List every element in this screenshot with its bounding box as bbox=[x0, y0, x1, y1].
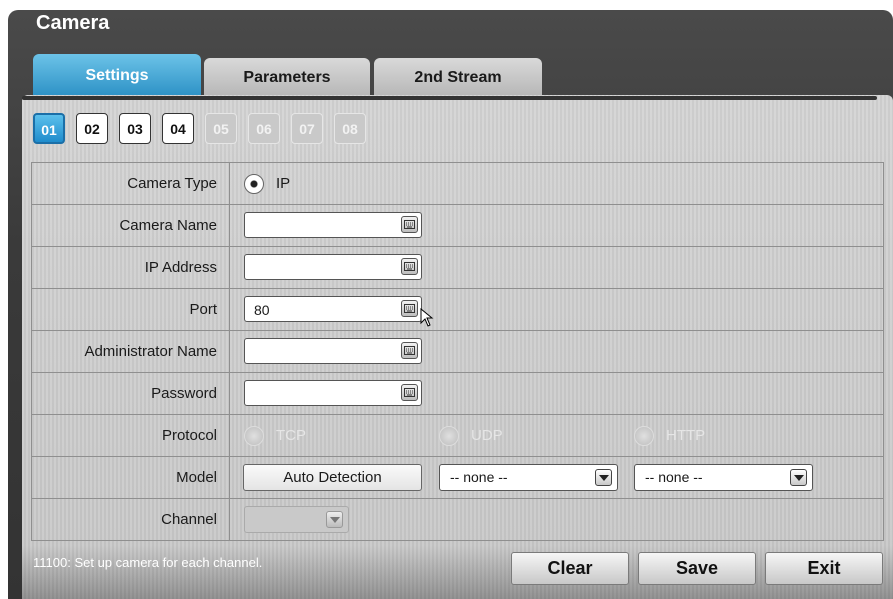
camera-type-ip-label: IP bbox=[276, 175, 291, 192]
ip-address-input[interactable] bbox=[244, 254, 422, 280]
keyboard-icon[interactable] bbox=[401, 258, 418, 275]
row-ip-address: IP Address bbox=[31, 246, 884, 289]
row-port: Port 80 bbox=[31, 288, 884, 331]
camera-settings-form: Camera Type IP Camera Name IP Address Po… bbox=[31, 162, 884, 541]
password-label: Password bbox=[31, 372, 230, 415]
channel-button-01[interactable]: 01 bbox=[33, 113, 65, 144]
tab-settings[interactable]: Settings bbox=[33, 54, 201, 98]
channel-label: Channel bbox=[31, 498, 230, 541]
protocol-http-label: HTTP bbox=[666, 427, 706, 444]
footer-shade bbox=[22, 545, 893, 599]
mouse-cursor-icon bbox=[420, 308, 434, 327]
window-title: Camera bbox=[36, 12, 110, 34]
protocol-tcp-label: TCP bbox=[276, 427, 306, 444]
keyboard-icon[interactable] bbox=[401, 342, 418, 359]
row-model: Model Auto Detection -- none -- -- none … bbox=[31, 456, 884, 499]
port-input[interactable]: 80 bbox=[244, 296, 422, 322]
camera-name-label: Camera Name bbox=[31, 204, 230, 247]
keyboard-icon[interactable] bbox=[401, 300, 418, 317]
row-camera-name: Camera Name bbox=[31, 204, 884, 247]
password-input[interactable] bbox=[244, 380, 422, 406]
model-select-1[interactable]: -- none -- bbox=[439, 464, 618, 491]
keyboard-icon[interactable] bbox=[401, 384, 418, 401]
chevron-down-icon[interactable] bbox=[595, 469, 612, 486]
ip-address-label: IP Address bbox=[31, 246, 230, 289]
auto-detection-button[interactable]: Auto Detection bbox=[243, 464, 422, 491]
protocol-udp-label: UDP bbox=[471, 427, 503, 444]
channel-button-08: 08 bbox=[334, 113, 366, 144]
status-text: 11100: Set up camera for each channel. bbox=[33, 555, 263, 570]
admin-name-label: Administrator Name bbox=[31, 330, 230, 373]
protocol-http-radio bbox=[634, 426, 654, 446]
row-password: Password bbox=[31, 372, 884, 415]
tab-2nd-stream[interactable]: 2nd Stream bbox=[374, 58, 542, 98]
port-label: Port bbox=[31, 288, 230, 331]
protocol-label: Protocol bbox=[31, 414, 230, 457]
protocol-udp-radio bbox=[439, 426, 459, 446]
model-label: Model bbox=[31, 456, 230, 499]
row-camera-type: Camera Type IP bbox=[31, 162, 884, 205]
keyboard-icon[interactable] bbox=[401, 216, 418, 233]
channel-button-04[interactable]: 04 bbox=[162, 113, 194, 144]
exit-button[interactable]: Exit bbox=[765, 552, 883, 585]
tab-parameters[interactable]: Parameters bbox=[204, 58, 370, 98]
row-channel: Channel bbox=[31, 498, 884, 541]
channel-button-02[interactable]: 02 bbox=[76, 113, 108, 144]
channel-button-06: 06 bbox=[248, 113, 280, 144]
camera-name-input[interactable] bbox=[244, 212, 422, 238]
channel-button-03[interactable]: 03 bbox=[119, 113, 151, 144]
clear-button[interactable]: Clear bbox=[511, 552, 629, 585]
save-button[interactable]: Save bbox=[638, 552, 756, 585]
row-protocol: Protocol TCP UDP HTTP bbox=[31, 414, 884, 457]
camera-type-ip-radio[interactable] bbox=[244, 174, 264, 194]
channel-button-05: 05 bbox=[205, 113, 237, 144]
camera-type-label: Camera Type bbox=[31, 162, 230, 205]
protocol-tcp-radio bbox=[244, 426, 264, 446]
panel-divider bbox=[22, 96, 877, 100]
chevron-down-icon[interactable] bbox=[790, 469, 807, 486]
admin-name-input[interactable] bbox=[244, 338, 422, 364]
model-select-2[interactable]: -- none -- bbox=[634, 464, 813, 491]
chevron-down-icon bbox=[326, 511, 343, 528]
channel-button-07: 07 bbox=[291, 113, 323, 144]
channel-select bbox=[244, 506, 349, 533]
row-admin-name: Administrator Name bbox=[31, 330, 884, 373]
